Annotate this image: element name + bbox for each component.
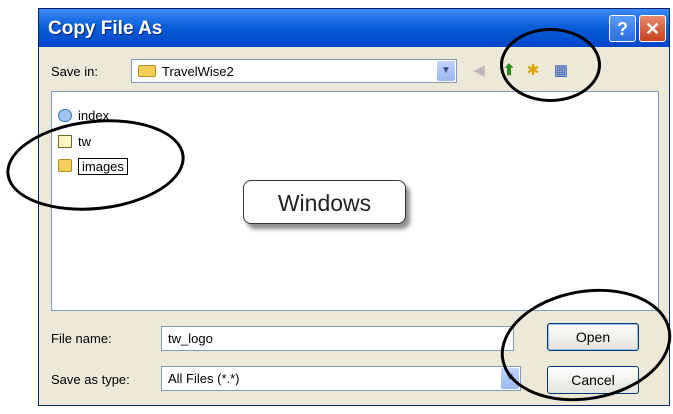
folder-icon [58,159,72,172]
save-as-type-value: All Files (*.*) [168,371,240,386]
close-button[interactable]: ✕ [639,15,666,42]
chevron-down-icon[interactable]: ▼ [501,368,519,389]
views-menu-icon[interactable]: ▦ [551,61,571,81]
save-as-type-dropdown[interactable]: All Files (*.*) ▼ [161,366,521,391]
dialog-title: Copy File As [48,18,163,39]
save-in-label: Save in: [51,64,98,79]
folder-icon [138,65,156,77]
close-icon: ✕ [644,19,661,39]
open-button[interactable]: Open [547,323,639,351]
windows-callout: Windows [243,180,406,224]
back-icon[interactable]: ◀ [469,61,489,81]
save-in-dropdown[interactable]: TravelWise2 ▼ [131,59,457,83]
html-file-icon [58,109,72,122]
cancel-button[interactable]: Cancel [547,366,639,394]
chevron-down-icon[interactable]: ▼ [437,61,455,81]
file-name: tw [78,134,91,149]
file-name[interactable]: images [78,158,128,175]
save-in-value: TravelWise2 [162,64,234,79]
up-folder-icon[interactable]: ⬆ [499,61,519,81]
title-bar: Copy File As ? ✕ [39,9,669,47]
file-name: index [78,108,110,123]
new-folder-icon[interactable]: ✱ [523,61,543,81]
file-name-field[interactable]: tw_logo [161,326,514,351]
help-button[interactable]: ? [609,15,636,42]
document-icon [58,135,72,148]
file-name-label: File name: [51,331,112,346]
save-as-type-label: Save as type: [51,372,130,387]
help-icon: ? [617,19,628,39]
